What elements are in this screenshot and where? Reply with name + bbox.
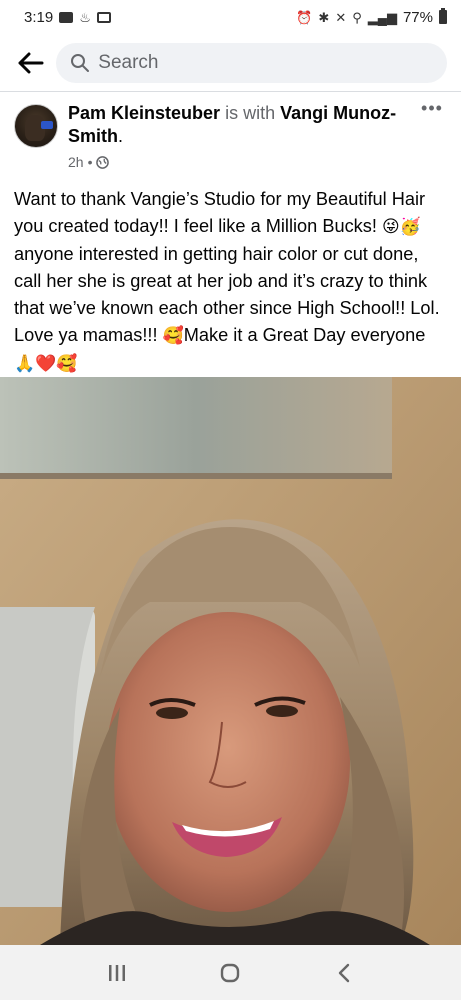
search-input[interactable] — [98, 51, 433, 74]
author-avatar[interactable] — [14, 104, 58, 148]
with-connector: is with — [225, 103, 276, 123]
author-name-link[interactable]: Pam Kleinsteuber — [68, 103, 220, 123]
avatar-badge — [41, 121, 53, 129]
post-time[interactable]: 2h — [68, 154, 84, 170]
post-body: Want to thank Vangie’s Studio for my Bea… — [14, 186, 450, 378]
recents-icon — [108, 964, 125, 981]
signal-icon: ▂▄▆ — [367, 9, 397, 25]
status-right: ⏰ ✱ ✕ ⚲ ▂▄▆ 77% — [296, 8, 447, 26]
status-bar: 3:19 ♨ ⏰ ✱ ✕ ⚲ ▂▄▆ 77% — [0, 0, 461, 34]
post-photo[interactable] — [0, 377, 461, 945]
back-nav-button[interactable] — [322, 953, 366, 993]
post-emoji-1: 😜🥳 — [381, 217, 421, 237]
youtube-notification-icon — [59, 11, 74, 23]
wifi-calling-icon: ⚲ — [352, 9, 362, 25]
post-timestamp-row: 2h • — [68, 154, 417, 170]
mail-notification-icon — [96, 11, 111, 23]
back-icon — [338, 963, 350, 982]
post-title: Pam Kleinsteuber is with Vangi Munoz-Smi… — [68, 102, 417, 148]
status-left: 3:19 ♨ — [24, 9, 111, 26]
post-emoji-3: 🙏❤️🥰 — [14, 354, 78, 374]
more-options-button[interactable]: ••• — [417, 98, 447, 118]
home-button[interactable] — [208, 953, 252, 993]
search-bar[interactable] — [56, 42, 447, 83]
search-icon — [70, 52, 90, 74]
recents-button[interactable] — [95, 953, 139, 993]
status-time: 3:19 — [24, 8, 54, 26]
post-emoji-2: 🥰 — [162, 326, 184, 346]
system-nav-bar — [0, 945, 461, 1000]
battery-percent: 77% — [402, 8, 433, 26]
alarm-icon: ⏰ — [296, 9, 313, 25]
back-button[interactable] — [14, 46, 48, 80]
globe-icon — [96, 155, 110, 169]
tagged-suffix: . — [118, 126, 124, 146]
post-text-1: Want to thank Vangie’s Studio for my Bea… — [14, 189, 426, 236]
selfie-illustration — [0, 377, 461, 945]
bluetooth-icon: ✱ — [318, 9, 330, 25]
home-icon — [221, 963, 240, 982]
more-options-icon: ••• — [421, 97, 443, 118]
alert-notification-icon: ♨ — [79, 9, 91, 25]
back-arrow-icon — [18, 52, 44, 73]
mute-icon: ✕ — [335, 9, 347, 25]
time-separator: • — [87, 154, 93, 170]
post-meta: Pam Kleinsteuber is with Vangi Munoz-Smi… — [68, 102, 417, 178]
post-text-3: Make it a Great Day everyone — [183, 325, 426, 345]
top-header — [0, 34, 461, 92]
post-header: Pam Kleinsteuber is with Vangi Munoz-Smi… — [0, 92, 461, 178]
battery-icon — [439, 8, 447, 24]
